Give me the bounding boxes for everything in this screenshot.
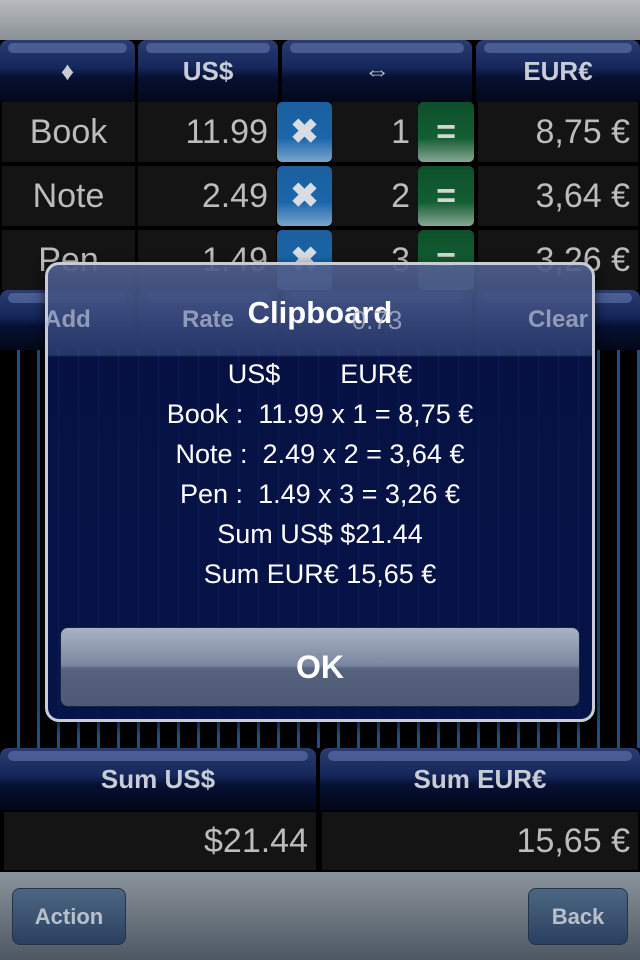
header-item[interactable]: ♦ xyxy=(0,40,135,102)
sum-eur-value: 15,65 € xyxy=(322,812,638,870)
clipboard-dialog: Clipboard US$ EUR€ Book : 11.99 x 1 = 8,7… xyxy=(45,262,595,722)
dialog-line: Pen : 1.49 x 3 = 3,26 € xyxy=(180,479,460,509)
diamond-icon: ♦ xyxy=(60,55,75,86)
multiply-button[interactable]: ✖ xyxy=(277,166,332,226)
dialog-line: Sum EUR€ 15,65 € xyxy=(203,559,437,589)
usd-price-cell[interactable]: 2.49 xyxy=(138,166,276,226)
quantity-cell[interactable]: 2 xyxy=(332,166,418,226)
dialog-line: Book : 11.99 x 1 = 8,75 € xyxy=(166,399,474,429)
item-name-cell[interactable]: Note xyxy=(2,166,135,226)
back-button[interactable]: Back xyxy=(528,888,628,945)
header-swap[interactable]: ⇔ xyxy=(282,40,472,102)
top-bar xyxy=(0,0,640,40)
sum-eur-header[interactable]: Sum EUR€ xyxy=(320,748,640,810)
add-label: Add xyxy=(44,306,91,333)
quantity-cell[interactable]: 1 xyxy=(332,102,418,162)
header-eur[interactable]: EUR€ xyxy=(476,40,640,102)
eur-result-cell: 8,75 € xyxy=(478,102,638,162)
sum-usd-value: $21.44 xyxy=(4,812,316,870)
dialog-title: Clipboard xyxy=(247,295,393,330)
eur-result-cell: 3,64 € xyxy=(478,166,638,226)
sum-eur-label: Sum EUR€ xyxy=(413,763,547,794)
clear-label: Clear xyxy=(527,306,589,333)
usd-price-cell[interactable]: 11.99 xyxy=(138,102,276,162)
equals-button[interactable]: = xyxy=(418,166,474,226)
dialog-line: Sum US$ $21.44 xyxy=(217,519,423,549)
sum-usd-label: Sum US$ xyxy=(100,763,216,794)
header-usd-label: US$ xyxy=(182,55,234,86)
multiply-button[interactable]: ✖ xyxy=(277,102,332,162)
action-button[interactable]: Action xyxy=(12,888,126,945)
dialog-line: Note : 2.49 x 2 = 3,64 € xyxy=(175,439,465,469)
equals-button[interactable]: = xyxy=(418,102,474,162)
ok-button[interactable]: OK xyxy=(60,627,580,707)
sum-usd-header[interactable]: Sum US$ xyxy=(0,748,316,810)
swap-icon: ⇔ xyxy=(364,55,390,86)
dialog-line: US$ EUR€ xyxy=(227,359,413,389)
header-usd[interactable]: US$ xyxy=(138,40,278,102)
header-eur-label: EUR€ xyxy=(523,55,593,86)
item-name-cell[interactable]: Book xyxy=(2,102,135,162)
rate-label: Rate xyxy=(181,306,235,333)
rate-value-text: 0.73 xyxy=(351,304,403,335)
